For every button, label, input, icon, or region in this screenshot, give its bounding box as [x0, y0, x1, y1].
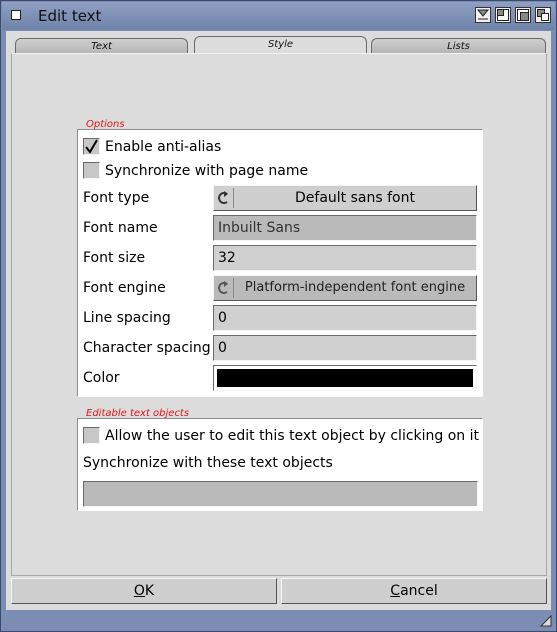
- font-name-field: Inbuilt Sans: [213, 215, 477, 241]
- font-name-label: Font name: [83, 220, 158, 236]
- cycle-icon: [216, 278, 234, 298]
- resize-grip-icon[interactable]: [540, 615, 552, 627]
- line-spacing-input[interactable]: 0: [213, 305, 477, 331]
- style-page: Options Enable anti-alias Synchronize wi…: [11, 53, 547, 576]
- ok-hotkey: O: [133, 583, 145, 599]
- ok-label: K: [144, 583, 155, 599]
- tab-text[interactable]: Text: [15, 38, 188, 54]
- editable-group: Allow the user to edit this text object …: [77, 418, 483, 511]
- zoom-icon[interactable]: [495, 7, 511, 23]
- color-swatch: [217, 369, 473, 387]
- font-type-label: Font type: [83, 190, 150, 206]
- sync-page-name-label: Synchronize with page name: [105, 163, 309, 179]
- title-bar[interactable]: Edit text: [2, 2, 555, 30]
- close-icon[interactable]: [11, 10, 21, 20]
- font-size-label: Font size: [83, 250, 146, 266]
- sync-objects-list: [83, 481, 478, 507]
- window-title: Edit text: [38, 7, 102, 25]
- allow-edit-label: Allow the user to edit this text object …: [105, 428, 480, 444]
- cancel-hotkey: C: [390, 583, 401, 599]
- font-size-input[interactable]: 32: [213, 245, 477, 271]
- options-group: Enable anti-alias Synchronize with page …: [77, 129, 483, 397]
- sync-page-name-checkbox[interactable]: [83, 162, 100, 179]
- maximize-icon[interactable]: [515, 7, 531, 23]
- font-engine-cycle: Platform-independent font engine: [213, 275, 477, 301]
- color-label: Color: [83, 370, 120, 386]
- depth-icon[interactable]: [535, 7, 551, 23]
- tab-lists[interactable]: Lists: [371, 38, 546, 54]
- sync-objects-label: Synchronize with these text objects: [83, 455, 333, 471]
- cycle-icon: [216, 188, 234, 208]
- font-engine-value: Platform-independent font engine: [244, 280, 466, 295]
- font-type-cycle[interactable]: Default sans font: [213, 185, 477, 211]
- font-engine-label: Font engine: [83, 280, 166, 296]
- cancel-button[interactable]: Cancel: [281, 578, 547, 604]
- char-spacing-label: Character spacing: [83, 340, 211, 356]
- font-type-value: Default sans font: [295, 190, 415, 206]
- iconify-icon[interactable]: [475, 7, 491, 23]
- window-content: Text Style Lists Options Enable anti-ali…: [6, 31, 551, 610]
- enable-antialias-checkbox[interactable]: [83, 138, 100, 155]
- ok-button[interactable]: OK: [11, 578, 277, 604]
- char-spacing-input[interactable]: 0: [213, 335, 477, 361]
- edit-text-window: Edit text Text Style Lists Options Enabl…: [0, 0, 557, 632]
- enable-antialias-label: Enable anti-alias: [105, 139, 222, 155]
- line-spacing-label: Line spacing: [83, 310, 171, 326]
- checkmark-icon: [85, 139, 98, 154]
- allow-edit-checkbox[interactable]: [83, 427, 100, 444]
- cancel-label: ancel: [400, 583, 438, 599]
- color-picker[interactable]: [213, 365, 477, 391]
